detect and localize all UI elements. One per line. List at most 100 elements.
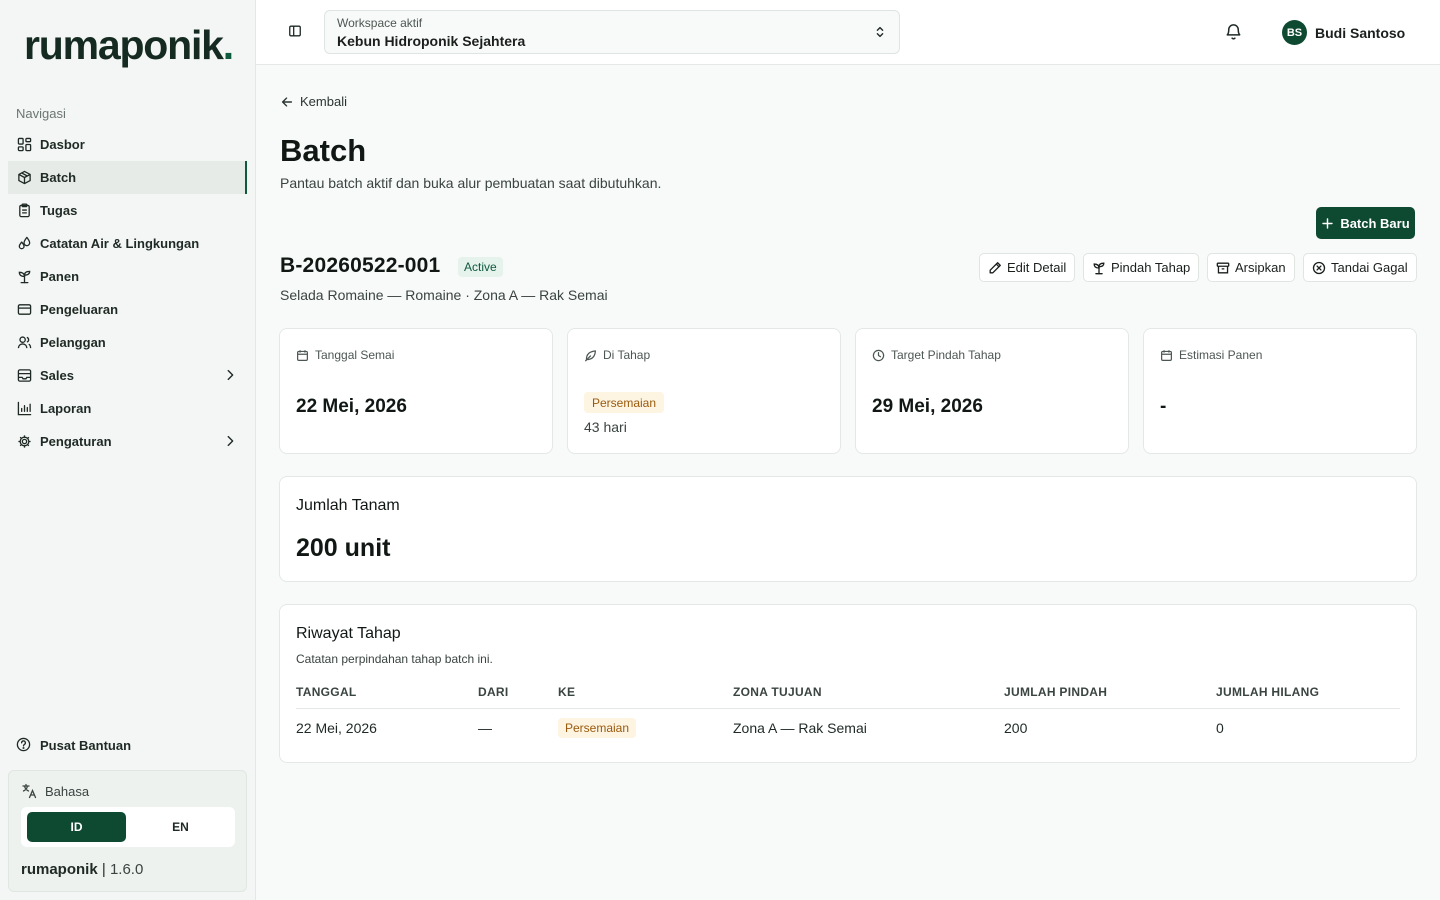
stat-value: 29 Mei, 2026 — [872, 396, 983, 417]
stat-value: - — [1160, 396, 1167, 417]
translate-icon — [21, 783, 37, 799]
column-header: ZONA TUJUAN — [733, 685, 822, 699]
chevron-right-icon — [223, 368, 237, 385]
sidebar-item-laporan[interactable]: Laporan — [8, 392, 247, 425]
sidebar-item-label: Catatan Air & Lingkungan — [40, 236, 200, 251]
new-batch-button[interactable]: Batch Baru — [1316, 207, 1415, 239]
help-circle-icon — [16, 737, 32, 753]
stage-history-card: Riwayat Tahap Catatan perpindahan tahap … — [279, 604, 1417, 763]
stat-card-target: Target Pindah Tahap 29 Mei, 2026 — [855, 328, 1129, 454]
topbar: Workspace aktif Kebun Hidroponik Sejahte… — [256, 0, 1440, 65]
sidebar-item-label: Tugas — [40, 203, 78, 218]
column-header: TANGGAL — [296, 685, 357, 699]
language-title: Bahasa — [21, 783, 89, 799]
sidebar-item-batch[interactable]: Batch — [8, 161, 247, 194]
batch-code: B-20260522-001 — [280, 254, 441, 277]
stat-label: Target Pindah Tahap — [872, 348, 1001, 362]
cell-zone: Zona A — Rak Semai — [733, 720, 867, 736]
bell-icon[interactable] — [1224, 22, 1243, 41]
sidebar-item-label: Panen — [40, 269, 80, 284]
sidebar-item-pengaturan[interactable]: Pengaturan — [8, 425, 247, 458]
cell-date: 22 Mei, 2026 — [296, 720, 377, 736]
chevrons-up-down-icon — [873, 25, 887, 39]
arrow-left-icon — [280, 95, 294, 109]
cell-to-badge: Persemaian — [558, 718, 637, 738]
sidebar-item-label: Pengaturan — [40, 434, 112, 449]
page-subtitle: Pantau batch aktif dan buka alur pembuat… — [280, 175, 662, 191]
main-content: Kembali Batch Pantau batch aktif dan buk… — [256, 65, 1440, 900]
edit-detail-button[interactable]: Edit Detail — [979, 253, 1076, 282]
clock-icon — [872, 349, 885, 362]
avatar: BS — [1282, 20, 1307, 45]
cell-moved: 200 — [1004, 720, 1028, 736]
clipboard-icon — [16, 203, 32, 219]
chevron-right-icon — [223, 434, 237, 451]
dashboard-icon — [16, 137, 32, 153]
stage-badge: Persemaian — [584, 392, 665, 413]
table-divider — [296, 708, 1400, 709]
sidebar-item-pengeluaran[interactable]: Pengeluaran — [8, 293, 247, 326]
calendar-icon — [296, 349, 309, 362]
move-stage-button[interactable]: Pindah Tahap — [1083, 253, 1200, 282]
column-header: DARI — [478, 685, 509, 699]
sidebar: rumaponik. Navigasi Dasbor Batch Tugas C… — [0, 0, 256, 900]
history-subtitle: Catatan perpindahan tahap batch ini. — [296, 652, 493, 666]
sidebar-item-label: Laporan — [40, 401, 92, 416]
quantity-card: Jumlah Tanam 200 unit — [279, 476, 1417, 582]
back-link[interactable]: Kembali — [280, 94, 347, 109]
history-title: Riwayat Tahap — [296, 625, 401, 642]
gear-icon — [16, 434, 32, 450]
status-badge: Active — [458, 257, 503, 277]
help-center-link[interactable]: Pusat Bantuan — [16, 737, 131, 753]
leaf-icon — [584, 349, 597, 362]
user-menu[interactable]: BS Budi Santoso — [1282, 20, 1405, 45]
user-name: Budi Santoso — [1315, 24, 1406, 41]
package-icon — [16, 170, 32, 186]
sidebar-nav: Dasbor Batch Tugas Catatan Air & Lingkun… — [8, 128, 247, 458]
calendar-icon — [1160, 349, 1173, 362]
sidebar-item-pelanggan[interactable]: Pelanggan — [8, 326, 247, 359]
sprout-icon — [1092, 261, 1106, 275]
users-icon — [16, 335, 32, 351]
sidebar-item-dasbor[interactable]: Dasbor — [8, 128, 247, 161]
page-title: Batch — [280, 133, 367, 168]
droplets-icon — [16, 236, 32, 252]
sidebar-item-panen[interactable]: Panen — [8, 260, 247, 293]
sidebar-item-catatan-air[interactable]: Catatan Air & Lingkungan — [8, 227, 247, 260]
cell-lost: 0 — [1216, 720, 1224, 736]
nav-caption: Navigasi — [16, 106, 66, 121]
stage-days: 43 hari — [584, 419, 627, 435]
language-switch: ID EN — [21, 807, 235, 847]
plus-icon — [1321, 217, 1334, 230]
column-header: KE — [558, 685, 576, 699]
stat-value: 22 Mei, 2026 — [296, 396, 407, 417]
language-id-button[interactable]: ID — [27, 812, 126, 842]
x-circle-icon — [1312, 261, 1326, 275]
workspace-selector[interactable]: Workspace aktif Kebun Hidroponik Sejahte… — [324, 10, 900, 54]
sidebar-item-label: Batch — [40, 170, 77, 185]
workspace-name: Kebun Hidroponik Sejahtera — [337, 33, 526, 49]
sprout-icon — [16, 269, 32, 285]
stat-label: Tanggal Semai — [296, 348, 394, 362]
sidebar-item-tugas[interactable]: Tugas — [8, 194, 247, 227]
quantity-value: 200 unit — [296, 534, 391, 562]
sidebar-item-label: Pengeluaran — [40, 302, 119, 317]
sidebar-item-sales[interactable]: Sales — [8, 359, 247, 392]
cell-from: — — [478, 720, 492, 736]
archive-button[interactable]: Arsipkan — [1207, 253, 1295, 282]
app-version: rumaponik | 1.6.0 — [21, 861, 144, 878]
language-en-button[interactable]: EN — [131, 812, 230, 842]
app-logo[interactable]: rumaponik. — [24, 22, 234, 69]
stat-card-harvest: Estimasi Panen - — [1143, 328, 1417, 454]
inbox-icon — [16, 368, 32, 384]
archive-icon — [1216, 261, 1230, 275]
stat-label: Di Tahap — [584, 348, 650, 362]
sidebar-toggle-icon[interactable] — [288, 24, 304, 40]
workspace-label: Workspace aktif — [337, 16, 423, 30]
mark-failed-button[interactable]: Tandai Gagal — [1303, 253, 1417, 282]
stat-card-sow-date: Tanggal Semai 22 Mei, 2026 — [279, 328, 553, 454]
batch-subtitle: Selada Romaine — Romaine · Zona A — Rak … — [280, 287, 608, 303]
credit-card-icon — [16, 302, 32, 318]
column-header: JUMLAH PINDAH — [1004, 685, 1108, 699]
sidebar-item-label: Sales — [40, 368, 74, 383]
